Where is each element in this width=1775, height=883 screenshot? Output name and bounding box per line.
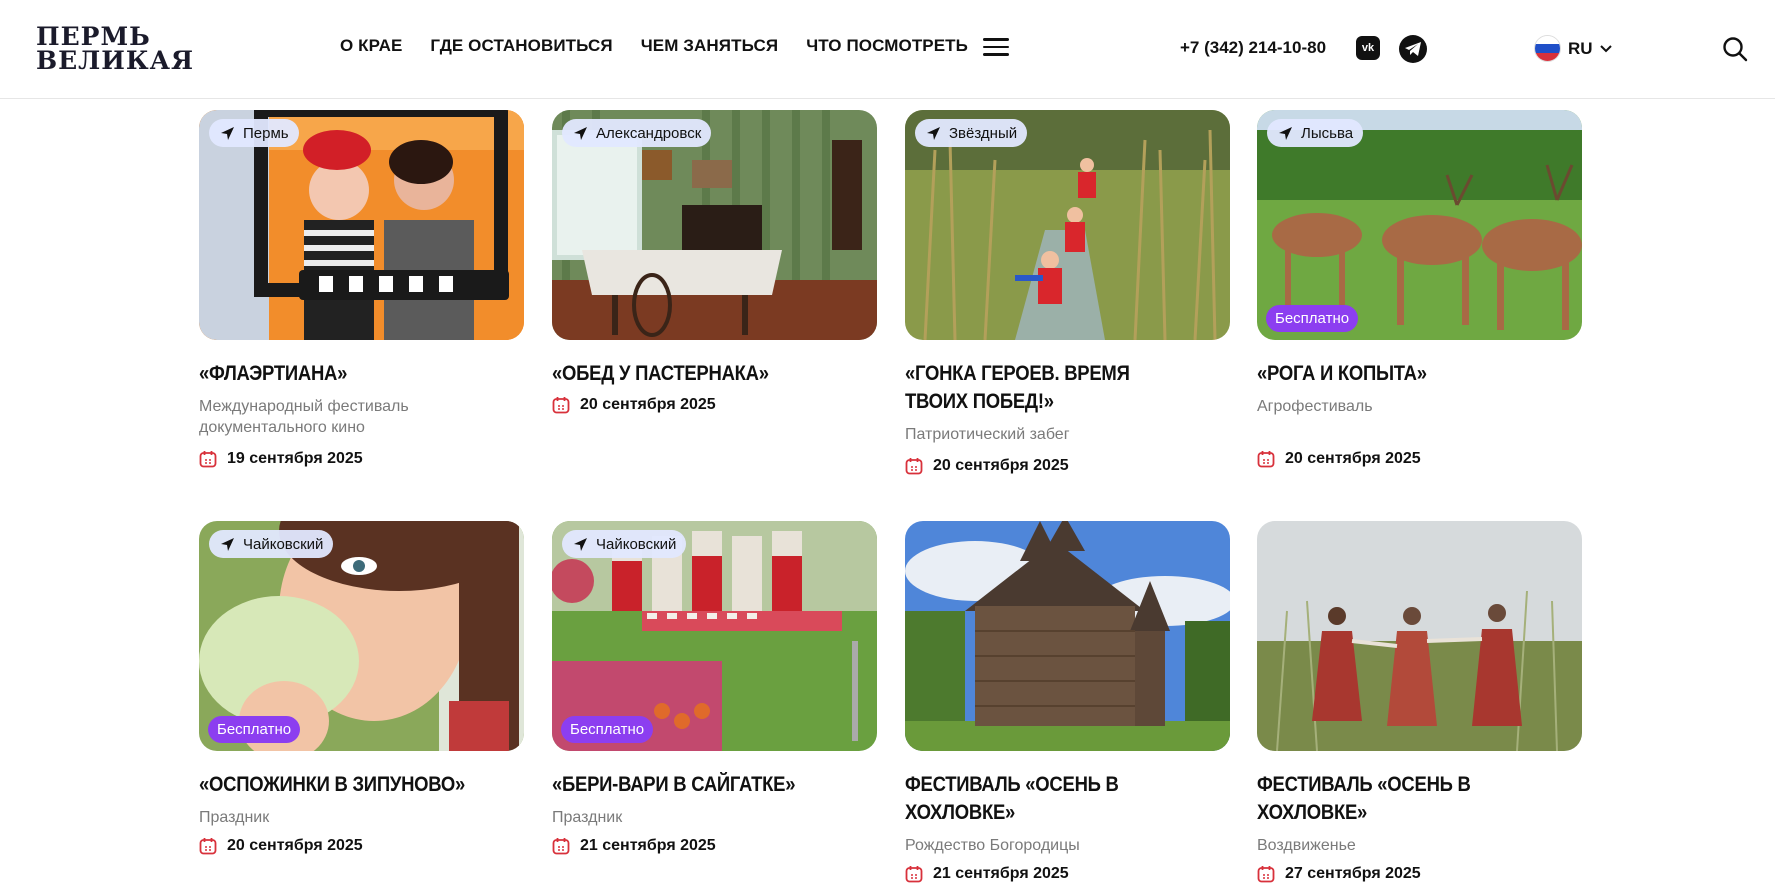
event-date-text: 27 сентября 2025 <box>1285 865 1421 882</box>
event-photo: Чайковский Бесплатно <box>552 521 877 751</box>
location-badge: Пермь <box>209 119 299 147</box>
event-title: «ОБЕД У ПАСТЕРНАКА» <box>552 362 769 385</box>
vk-icon[interactable]: vk <box>1356 36 1380 60</box>
event-card[interactable]: ФЕСТИВАЛЬ «ОСЕНЬ В ХОХЛОВКЕ» Воздвиженье… <box>1257 521 1582 883</box>
location-name: Чайковский <box>243 535 324 553</box>
event-card[interactable]: ФЕСТИВАЛЬ «ОСЕНЬ В ХОХЛОВКЕ» Рождество Б… <box>905 521 1230 883</box>
location-name: Пермь <box>243 124 289 142</box>
event-date: 21 сентября 2025 <box>905 865 1230 883</box>
language-selector[interactable]: RU <box>1534 35 1612 62</box>
event-subtitle: Праздник <box>199 809 270 826</box>
location-arrow-icon <box>574 537 587 551</box>
location-name: Звёздный <box>949 124 1018 142</box>
wooden-church-photo-illustration <box>905 521 1230 751</box>
location-badge: Александровск <box>562 119 712 147</box>
phone-link[interactable]: +7 (342) 214-10-80 <box>1180 38 1326 58</box>
telegram-icon[interactable] <box>1399 35 1427 63</box>
event-title: ФЕСТИВАЛЬ «ОСЕНЬ В ХОХЛОВКЕ» <box>1257 773 1471 824</box>
calendar-icon <box>552 838 570 855</box>
nav-item-what-to-see[interactable]: ЧТО ПОСМОТРЕТЬ <box>806 36 968 56</box>
location-arrow-icon <box>574 126 587 140</box>
calendar-icon <box>552 397 570 414</box>
nav-item-where-to-stay[interactable]: ГДЕ ОСТАНОВИТЬСЯ <box>430 36 612 56</box>
event-date: 20 сентября 2025 <box>905 457 1230 475</box>
event-date-text: 20 сентября 2025 <box>1285 450 1421 467</box>
event-card[interactable]: Звёздный «ГОНКА ГЕРОЕВ. ВРЕМЯ ТВОИХ ПОБЕ… <box>905 110 1230 475</box>
logo[interactable]: ПЕРМЬ ВЕЛИКАЯ <box>30 14 193 84</box>
free-badge: Бесплатно <box>1266 305 1359 332</box>
event-date-text: 21 сентября 2025 <box>580 837 716 854</box>
main-nav: О КРАЕ ГДЕ ОСТАНОВИТЬСЯ ЧЕМ ЗАНЯТЬСЯ ЧТО… <box>340 36 968 56</box>
event-title: «ГОНКА ГЕРОЕВ. ВРЕМЯ ТВОИХ ПОБЕД!» <box>905 362 1130 413</box>
chevron-down-icon <box>1599 44 1612 52</box>
event-subtitle: Агрофестиваль <box>1257 398 1373 415</box>
language-label: RU <box>1568 38 1593 58</box>
nav-item-about-region[interactable]: О КРАЕ <box>340 36 402 56</box>
event-date-text: 19 сентября 2025 <box>227 450 363 467</box>
location-arrow-icon <box>221 537 234 551</box>
event-date: 21 сентября 2025 <box>552 837 877 855</box>
location-name: Лысьва <box>1301 124 1354 142</box>
event-photo: Пермь <box>199 110 524 340</box>
event-date: 20 сентября 2025 <box>552 396 877 414</box>
event-date: 20 сентября 2025 <box>199 837 524 855</box>
event-card[interactable]: Лысьва Бесплатно «РОГА И КОПЫТА» Агрофес… <box>1257 110 1582 468</box>
event-photo <box>1257 521 1582 751</box>
location-badge: Лысьва <box>1267 119 1364 147</box>
vk-icon-label: vk <box>1361 42 1375 54</box>
event-subtitle: Воздвиженье <box>1257 837 1356 854</box>
site-header: ПЕРМЬ ВЕЛИКАЯ О КРАЕ ГДЕ ОСТАНОВИТЬСЯ ЧЕ… <box>0 0 1775 99</box>
calendar-icon <box>1257 451 1275 468</box>
event-card[interactable]: Чайковский Бесплатно «ОСПОЖИНКИ В ЗИПУНО… <box>199 521 524 855</box>
location-name: Александровск <box>596 124 702 142</box>
menu-icon[interactable] <box>983 38 1009 58</box>
search-icon[interactable] <box>1722 36 1748 62</box>
logo-line-2: ВЕЛИКАЯ <box>36 46 195 75</box>
russia-flag-icon <box>1534 35 1561 62</box>
location-name: Чайковский <box>596 535 677 553</box>
logo-wordmark: ПЕРМЬ ВЕЛИКАЯ <box>36 24 195 75</box>
event-date: 27 сентября 2025 <box>1257 865 1582 883</box>
event-card[interactable]: Александровск «ОБЕД У ПАСТЕРНАКА» 20 сен… <box>552 110 877 414</box>
event-subtitle: Международный фестиваль документального … <box>199 398 409 436</box>
event-subtitle: Праздник <box>552 809 623 826</box>
nav-item-things-to-do[interactable]: ЧЕМ ЗАНЯТЬСЯ <box>641 36 778 56</box>
event-title: ФЕСТИВАЛЬ «ОСЕНЬ В ХОХЛОВКЕ» <box>905 773 1119 824</box>
event-title: «БЕРИ-ВАРИ В САЙГАТКЕ» <box>552 773 796 796</box>
event-date-text: 21 сентября 2025 <box>933 865 1069 882</box>
event-subtitle: Рождество Богородицы <box>905 837 1080 854</box>
calendar-icon <box>905 458 923 475</box>
event-card[interactable]: Пермь «ФЛАЭРТИАНА» Международный фестива… <box>199 110 524 468</box>
event-date: 19 сентября 2025 <box>199 450 524 468</box>
event-subtitle: Патриотический забег <box>905 426 1070 443</box>
free-badge: Бесплатно <box>561 716 654 743</box>
event-photo <box>905 521 1230 751</box>
location-badge: Чайковский <box>209 530 334 558</box>
event-photo: Александровск <box>552 110 877 340</box>
location-arrow-icon <box>1279 126 1292 140</box>
calendar-icon <box>1257 866 1275 883</box>
event-photo: Звёздный <box>905 110 1230 340</box>
event-title: «ФЛАЭРТИАНА» <box>199 362 348 385</box>
event-date-text: 20 сентября 2025 <box>933 457 1069 474</box>
location-arrow-icon <box>927 126 940 140</box>
event-date: 20 сентября 2025 <box>1257 450 1582 468</box>
folk-dance-photo-illustration <box>1257 521 1582 751</box>
event-photo: Лысьва Бесплатно <box>1257 110 1582 340</box>
calendar-icon <box>199 451 217 468</box>
location-arrow-icon <box>221 126 234 140</box>
location-badge: Чайковский <box>562 530 687 558</box>
event-title: «ОСПОЖИНКИ В ЗИПУНОВО» <box>199 773 466 796</box>
calendar-icon <box>199 838 217 855</box>
free-badge: Бесплатно <box>208 716 301 743</box>
calendar-icon <box>905 866 923 883</box>
event-date-text: 20 сентября 2025 <box>580 396 716 413</box>
event-title: «РОГА И КОПЫТА» <box>1257 362 1427 385</box>
event-date-text: 20 сентября 2025 <box>227 837 363 854</box>
event-photo: Чайковский Бесплатно <box>199 521 524 751</box>
location-badge: Звёздный <box>915 119 1028 147</box>
event-card[interactable]: Чайковский Бесплатно «БЕРИ-ВАРИ В САЙГАТ… <box>552 521 877 855</box>
